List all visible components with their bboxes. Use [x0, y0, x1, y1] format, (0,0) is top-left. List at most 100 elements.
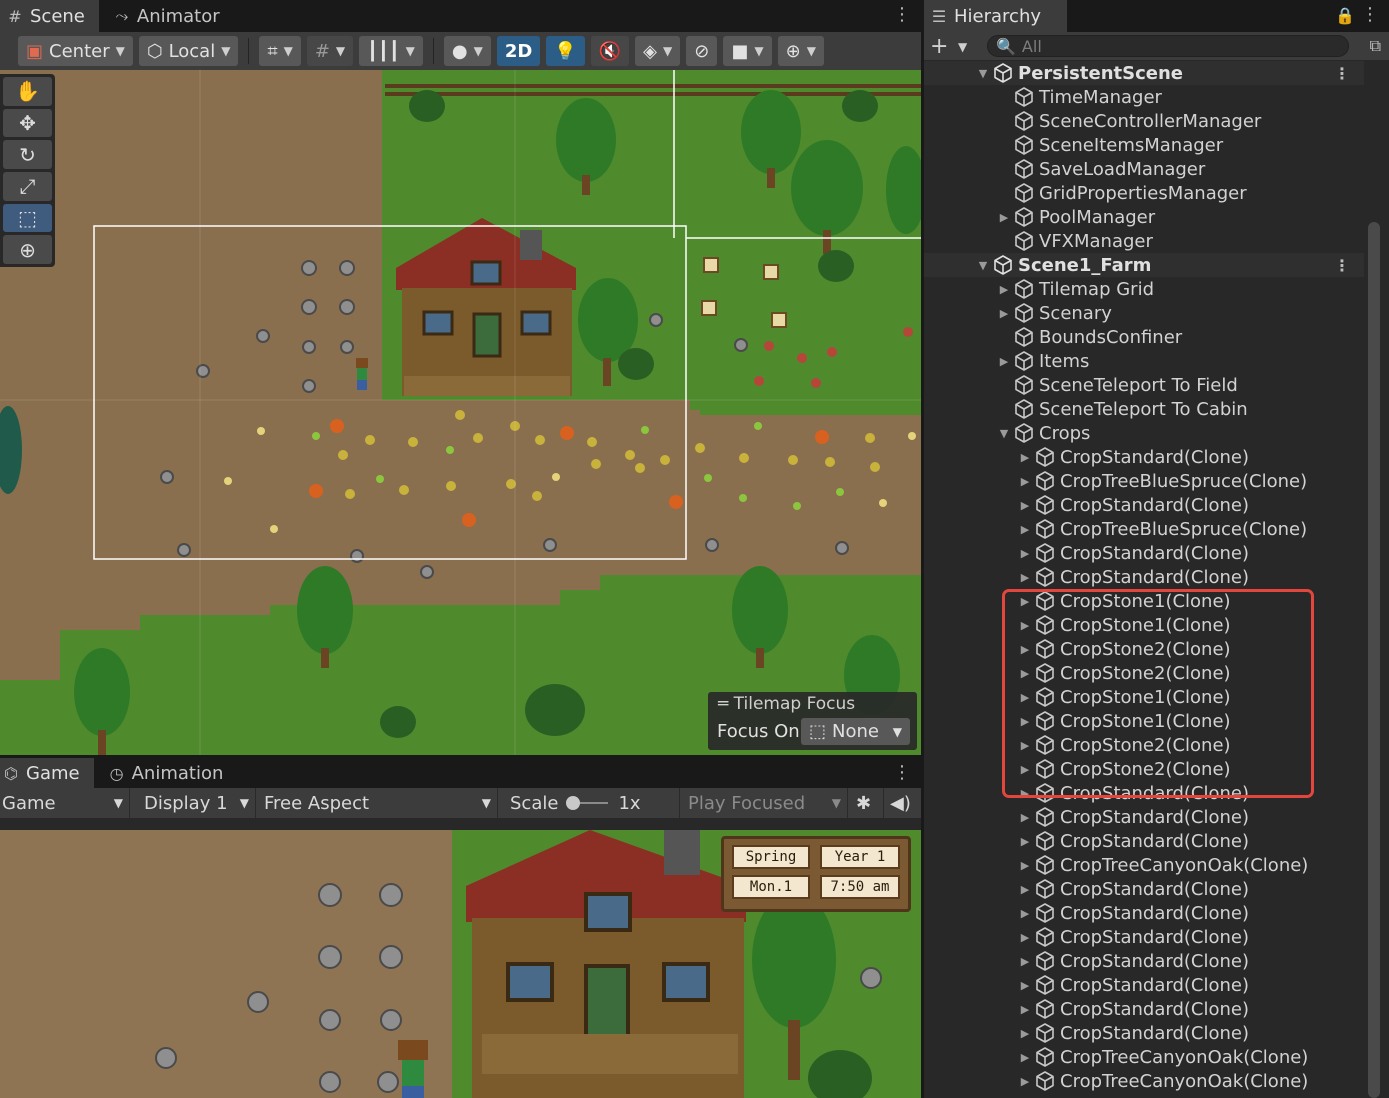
collapsed-arrow-icon[interactable]: ▶	[1016, 451, 1034, 464]
hierarchy-menu-kebab-icon[interactable]: ⋮	[1361, 6, 1379, 24]
hierarchy-search-input[interactable]: 🔍 All	[987, 35, 1349, 57]
expanded-arrow-icon[interactable]: ▼	[974, 67, 992, 80]
audio-toggle-button[interactable]: 🔇	[590, 36, 630, 66]
hierarchy-item[interactable]: ▶ CropStandard(Clone)	[924, 949, 1364, 973]
collapsed-arrow-icon[interactable]: ▶	[1016, 499, 1034, 512]
lock-icon[interactable]: 🔒	[1335, 6, 1355, 25]
toggle-2d-button[interactable]: 2D	[496, 36, 541, 66]
tab-animator[interactable]: ⤳ Animator	[99, 0, 234, 32]
scene-row-kebab-icon[interactable]: ⋮	[1334, 64, 1350, 83]
camera-settings-button[interactable]: ■ ▼	[723, 36, 772, 66]
hierarchy-item[interactable]: ▶ PoolManager	[924, 205, 1364, 229]
hidden-objects-toggle-button[interactable]: ⊘	[686, 36, 718, 66]
collapsed-arrow-icon[interactable]: ▶	[1016, 859, 1034, 872]
hierarchy-item[interactable]: ▶ CropStandard(Clone)	[924, 997, 1364, 1021]
play-mode-dropdown[interactable]: Play Focused ▼	[680, 788, 848, 818]
game-view-dropdown[interactable]: Game ▼	[0, 788, 130, 818]
hierarchy-item[interactable]: ▶ CropStone1(Clone)	[924, 685, 1364, 709]
hierarchy-item[interactable]: ▶ CropTreeCanyonOak(Clone)	[924, 853, 1364, 877]
pivot-mode-dropdown[interactable]: ▣ Center ▼	[18, 36, 133, 66]
collapsed-arrow-icon[interactable]: ▶	[1016, 715, 1034, 728]
tab-animation[interactable]: ◷ Animation	[94, 758, 238, 788]
effects-toggle-button[interactable]: ◈ ▼	[635, 36, 681, 66]
hierarchy-item[interactable]: ▶ CropStone2(Clone)	[924, 637, 1364, 661]
hand-tool-button[interactable]: ✋	[3, 77, 52, 106]
move-tool-button[interactable]: ✥	[3, 108, 52, 138]
hierarchy-item[interactable]: BoundsConfiner	[924, 325, 1364, 349]
hierarchy-item[interactable]: ▶ CropStandard(Clone)	[924, 493, 1364, 517]
expanded-arrow-icon[interactable]: ▼	[995, 427, 1013, 440]
hierarchy-item[interactable]: ▶ CropTreeCanyonOak(Clone)	[924, 1045, 1364, 1069]
hierarchy-item[interactable]: ▶ CropStone1(Clone)	[924, 709, 1364, 733]
chevron-down-icon[interactable]: ▼	[958, 40, 967, 54]
collapsed-arrow-icon[interactable]: ▶	[1016, 883, 1034, 896]
collapsed-arrow-icon[interactable]: ▶	[1016, 547, 1034, 560]
game-menu-kebab-icon[interactable]: ⋮	[893, 764, 911, 782]
hierarchy-item[interactable]: SaveLoadManager	[924, 157, 1364, 181]
scene-row-kebab-icon[interactable]: ⋮	[1334, 256, 1350, 275]
hierarchy-item[interactable]: TimeManager	[924, 85, 1364, 109]
collapsed-arrow-icon[interactable]: ▶	[1016, 1027, 1034, 1040]
scale-slider-thumb[interactable]	[566, 796, 581, 810]
collapsed-arrow-icon[interactable]: ▶	[995, 355, 1013, 368]
hierarchy-item[interactable]: ▶ CropStone1(Clone)	[924, 613, 1364, 637]
scene-viewport[interactable]: ✋ ✥ ↻ ⤢ ⬚ ⊕	[0, 70, 921, 755]
hierarchy-item[interactable]: ▶ CropStandard(Clone)	[924, 973, 1364, 997]
hierarchy-item[interactable]: ▶ CropStone2(Clone)	[924, 733, 1364, 757]
hierarchy-item[interactable]: ▶ CropStandard(Clone)	[924, 829, 1364, 853]
collapsed-arrow-icon[interactable]: ▶	[1016, 643, 1034, 656]
lighting-toggle-button[interactable]: 💡	[546, 36, 585, 66]
collapsed-arrow-icon[interactable]: ▶	[1016, 979, 1034, 992]
gizmos-button[interactable]: ⊕ ▼	[777, 36, 824, 66]
hierarchy-item[interactable]: ▶ CropStandard(Clone)	[924, 925, 1364, 949]
draw-mode-button[interactable]: ● ▼	[443, 36, 491, 66]
collapsed-arrow-icon[interactable]: ▶	[1016, 763, 1034, 776]
hierarchy-item[interactable]: ▼ Crops	[924, 421, 1364, 445]
hierarchy-item[interactable]: ▶ CropStandard(Clone)	[924, 877, 1364, 901]
rotate-tool-button[interactable]: ↻	[3, 140, 52, 170]
hierarchy-scene-row[interactable]: ▼ PersistentScene ⋮	[924, 61, 1364, 85]
hierarchy-item[interactable]: GridPropertiesManager	[924, 181, 1364, 205]
hierarchy-scrollbar[interactable]	[1368, 222, 1380, 1098]
scale-slider[interactable]	[566, 796, 609, 810]
hierarchy-scene-row[interactable]: ▼ Scene1_Farm ⋮	[924, 253, 1364, 277]
collapsed-arrow-icon[interactable]: ▶	[1016, 1003, 1034, 1016]
tab-game[interactable]: ⌬ Game	[0, 758, 94, 788]
display-dropdown[interactable]: Display 1 ▼	[130, 788, 256, 818]
collapsed-arrow-icon[interactable]: ▶	[1016, 691, 1034, 704]
hierarchy-item[interactable]: ▶ CropStone2(Clone)	[924, 757, 1364, 781]
hierarchy-item[interactable]: SceneTeleport To Field	[924, 373, 1364, 397]
collapsed-arrow-icon[interactable]: ▶	[1016, 523, 1034, 536]
hierarchy-item[interactable]: ▶ CropStandard(Clone)	[924, 1021, 1364, 1045]
collapsed-arrow-icon[interactable]: ▶	[995, 283, 1013, 296]
collapsed-arrow-icon[interactable]: ▶	[1016, 571, 1034, 584]
collapsed-arrow-icon[interactable]: ▶	[1016, 835, 1034, 848]
audio-button[interactable]: ◀)	[884, 788, 914, 818]
hierarchy-item[interactable]: ▶ CropTreeBlueSpruce(Clone)	[924, 517, 1364, 541]
scene-menu-kebab-icon[interactable]: ⋮	[893, 6, 911, 24]
grid-visibility-button[interactable]: # ▼	[306, 36, 354, 66]
rect-tool-button[interactable]: ⬚	[3, 203, 52, 233]
scene-search-icon[interactable]: ⧉	[1370, 36, 1381, 56]
hierarchy-item[interactable]: ▶ CropStandard(Clone)	[924, 565, 1364, 589]
hierarchy-item[interactable]: ▶ Scenary	[924, 301, 1364, 325]
collapsed-arrow-icon[interactable]: ▶	[1016, 787, 1034, 800]
collapsed-arrow-icon[interactable]: ▶	[1016, 1051, 1034, 1064]
hierarchy-item[interactable]: ▶ CropStandard(Clone)	[924, 805, 1364, 829]
tab-hierarchy[interactable]: ☰ Hierarchy	[924, 0, 1068, 32]
hierarchy-item[interactable]: ▶ CropStandard(Clone)	[924, 901, 1364, 925]
collapsed-arrow-icon[interactable]: ▶	[995, 307, 1013, 320]
hierarchy-item[interactable]: ▶ CropTreeBlueSpruce(Clone)	[924, 469, 1364, 493]
hierarchy-item[interactable]: ▶ CropStone1(Clone)	[924, 589, 1364, 613]
increment-snap-button[interactable]: ┃┃┃ ▼	[359, 36, 423, 66]
collapsed-arrow-icon[interactable]: ▶	[1016, 595, 1034, 608]
hierarchy-item[interactable]: SceneTeleport To Cabin	[924, 397, 1364, 421]
collapsed-arrow-icon[interactable]: ▶	[1016, 955, 1034, 968]
pivot-rotation-dropdown[interactable]: ⬡ Local ▼	[138, 36, 239, 66]
collapsed-arrow-icon[interactable]: ▶	[995, 211, 1013, 224]
collapsed-arrow-icon[interactable]: ▶	[1016, 667, 1034, 680]
hierarchy-item[interactable]: ▶ Tilemap Grid	[924, 277, 1364, 301]
hierarchy-item[interactable]: ▶ CropStandard(Clone)	[924, 445, 1364, 469]
collapsed-arrow-icon[interactable]: ▶	[1016, 619, 1034, 632]
collapsed-arrow-icon[interactable]: ▶	[1016, 811, 1034, 824]
